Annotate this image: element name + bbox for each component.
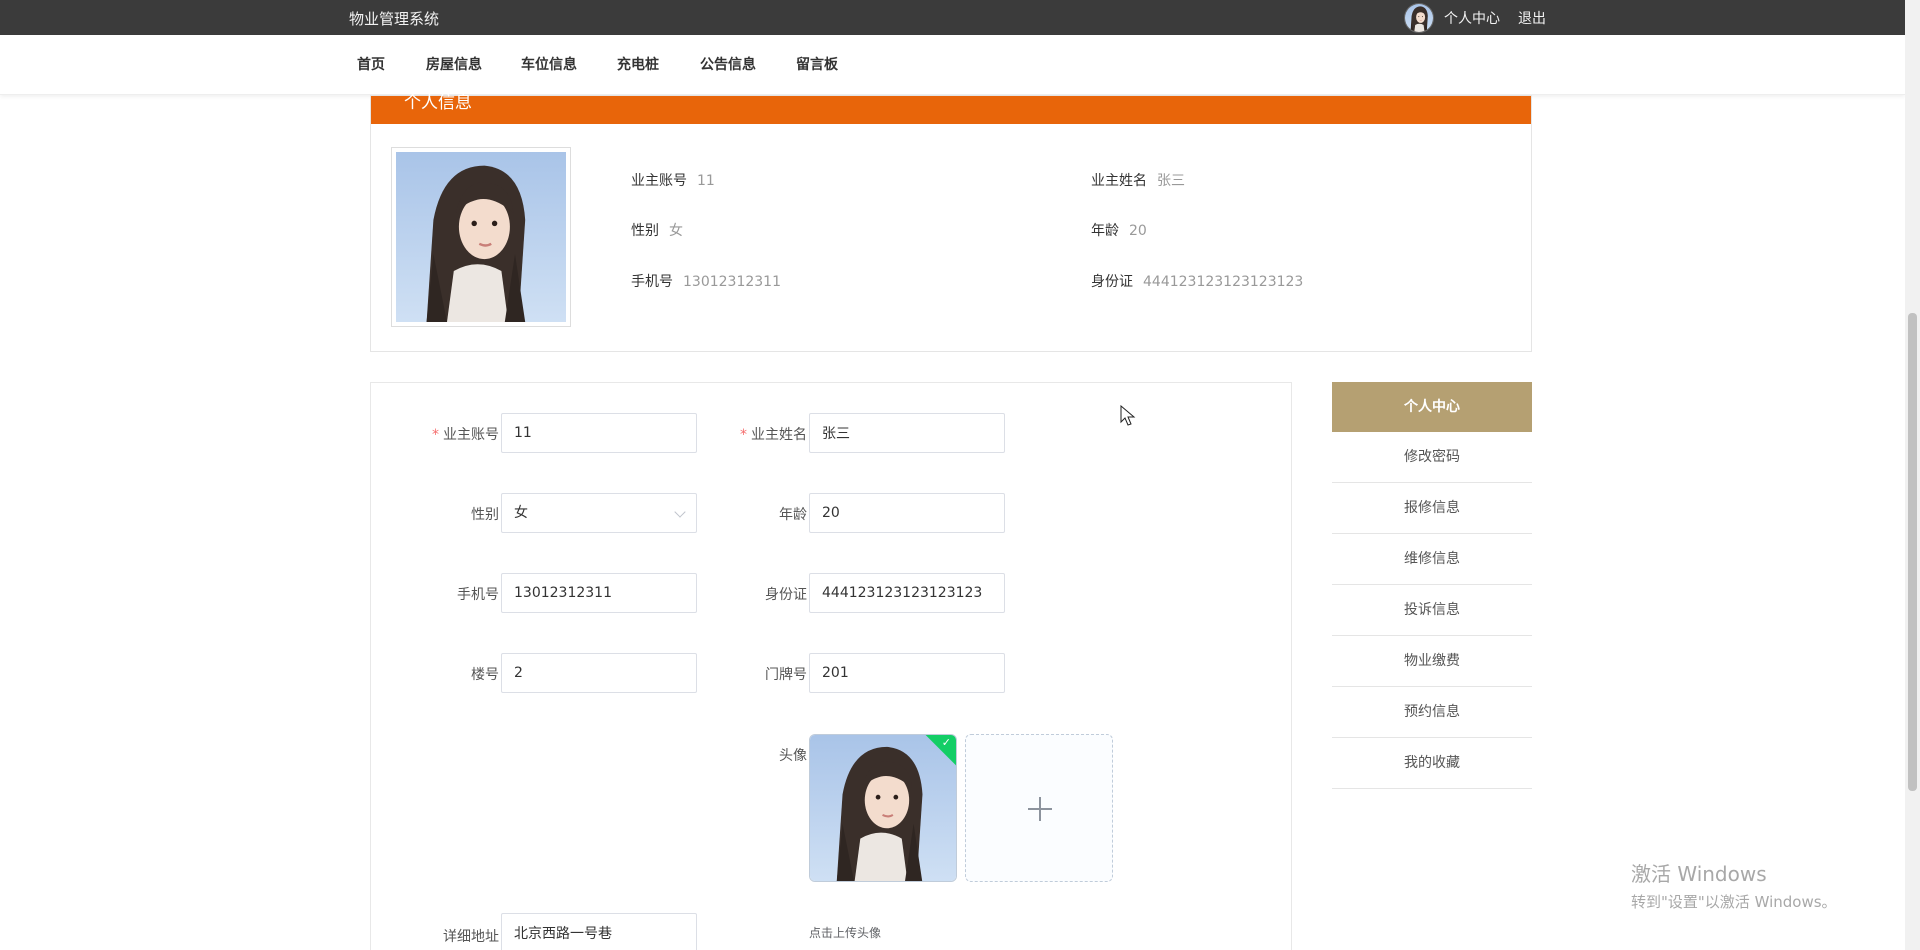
info-phone-label: 手机号: [631, 274, 673, 290]
door-number-input[interactable]: [809, 653, 1005, 693]
nav-item-announcements[interactable]: 公告信息: [700, 54, 756, 74]
side-menu: 个人中心 修改密码 报修信息 维修信息 投诉信息 物业缴费 预约信息 我的收藏: [1332, 382, 1532, 789]
address-input[interactable]: [501, 913, 697, 950]
side-menu-item-maintenance-info[interactable]: 维修信息: [1332, 534, 1532, 585]
id-card-label: 身份证: [765, 587, 807, 603]
required-mark: *: [740, 427, 747, 443]
avatar-upload-button[interactable]: [965, 734, 1113, 882]
uploaded-avatar[interactable]: ✓: [809, 734, 957, 882]
gender-select-value: 女: [514, 505, 528, 521]
age-input[interactable]: [809, 493, 1005, 533]
side-menu-item-reservations[interactable]: 预约信息: [1332, 687, 1532, 738]
profile-photo: [391, 147, 571, 327]
side-menu-item-repair-requests[interactable]: 报修信息: [1332, 483, 1532, 534]
chevron-down-icon: [674, 506, 686, 518]
nav-item-house-info[interactable]: 房屋信息: [426, 54, 482, 74]
personal-info-card: 个人信息 业主账号 11 业主姓名 张三 性别女 年龄 20 手机号 130123123…: [370, 95, 1532, 352]
profile-edit-form: *业主账号 *业主姓名 性别 女 年龄 手机号 身份证 楼号 门牌号 头像 ✓ …: [370, 382, 1292, 950]
door-number-label: 门牌号: [765, 667, 807, 683]
upload-hint: 点击上传头像: [809, 926, 882, 940]
info-gender-value: 女: [669, 223, 683, 239]
mouse-cursor-icon: [1120, 405, 1136, 426]
info-age: 年龄 20: [1091, 220, 1147, 240]
main-nav: 首页 房屋信息 车位信息 充电桩 公告信息 留言板: [0, 35, 1905, 95]
personal-info-header: 个人信息: [371, 93, 1531, 124]
personal-info-title: 个人信息: [404, 93, 472, 113]
nav-item-charging-pile[interactable]: 充电桩: [617, 54, 659, 74]
name-input[interactable]: [809, 413, 1005, 453]
vertical-scrollbar[interactable]: [1905, 0, 1920, 950]
info-id-card-value: 444123123123123123: [1143, 274, 1304, 290]
age-label: 年龄: [779, 507, 807, 523]
profile-photo-image: [396, 152, 566, 322]
building-input[interactable]: [501, 653, 697, 693]
nav-item-home[interactable]: 首页: [357, 54, 385, 74]
user-area: 个人中心 退出: [1404, 2, 1564, 33]
uploaded-avatar-image: [810, 735, 956, 881]
info-phone-value: 13012312311: [683, 274, 781, 290]
nav-item-message-board[interactable]: 留言板: [796, 54, 838, 74]
info-gender-label: 性别: [631, 223, 659, 239]
phone-input[interactable]: [501, 573, 697, 613]
side-menu-item-property-fees[interactable]: 物业缴费: [1332, 636, 1532, 687]
info-account-value: 11: [697, 173, 715, 189]
top-bar: 物业管理系统 个人中心 退出: [0, 0, 1905, 35]
phone-label: 手机号: [457, 587, 499, 603]
info-phone: 手机号 13012312311: [631, 271, 781, 291]
scrollbar-thumb[interactable]: [1908, 313, 1917, 791]
side-menu-item-complaints[interactable]: 投诉信息: [1332, 585, 1532, 636]
info-account-label: 业主账号: [631, 173, 687, 189]
info-name-label: 业主姓名: [1091, 173, 1147, 189]
address-label: 详细地址: [443, 929, 499, 945]
name-label: * 业主姓名: [740, 427, 807, 443]
info-id-card-label: 身份证: [1091, 274, 1133, 290]
info-age-label: 年龄: [1091, 223, 1119, 239]
avatar[interactable]: [1404, 2, 1434, 33]
app-title: 物业管理系统: [349, 10, 440, 28]
check-icon: ✓: [941, 736, 951, 749]
logout-link[interactable]: 退出: [1518, 8, 1546, 28]
info-gender: 性别女: [631, 220, 683, 240]
gender-label: 性别: [471, 507, 499, 523]
watermark-title: 激活 Windows: [1631, 862, 1767, 886]
building-label: 楼号: [471, 667, 499, 683]
account-label: * 业主账号: [432, 427, 499, 443]
id-card-input[interactable]: [809, 573, 1005, 613]
side-menu-item-change-password[interactable]: 修改密码: [1332, 432, 1532, 483]
info-name: 业主姓名 张三: [1091, 170, 1185, 190]
info-id-card: 身份证 444123123123123123: [1091, 271, 1303, 291]
windows-activation-watermark: 激活 Windows 转到"设置"以激活 Windows。: [1631, 858, 1837, 912]
avatar-label: 头像: [779, 748, 807, 764]
side-menu-item-favorites[interactable]: 我的收藏: [1332, 738, 1532, 789]
info-name-value: 张三: [1157, 173, 1185, 189]
nav-item-parking-info[interactable]: 车位信息: [521, 54, 577, 74]
account-input[interactable]: [501, 413, 697, 453]
watermark-subtitle: 转到"设置"以激活 Windows。: [1631, 893, 1837, 911]
required-mark: *: [432, 427, 439, 443]
profile-link[interactable]: 个人中心: [1444, 8, 1500, 28]
info-age-value: 20: [1129, 223, 1147, 239]
side-menu-item-profile[interactable]: 个人中心: [1332, 382, 1532, 432]
info-account: 业主账号 11: [631, 170, 715, 190]
gender-select[interactable]: 女: [501, 493, 697, 533]
